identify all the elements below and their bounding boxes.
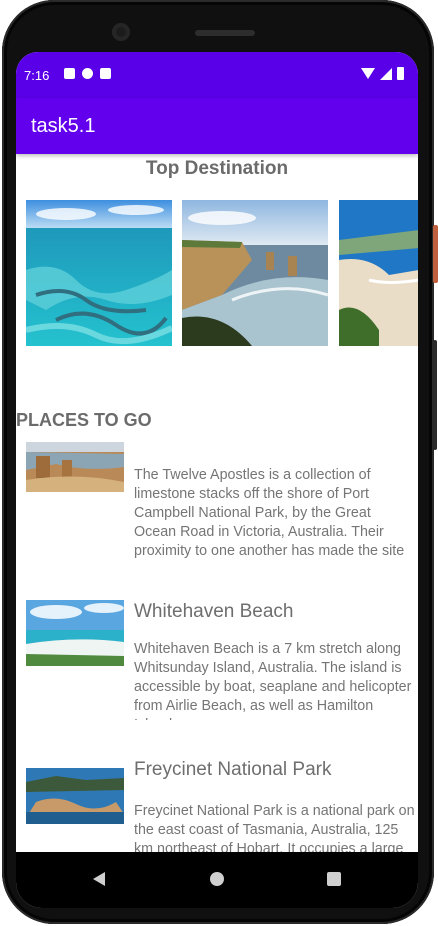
twelve-apostles-thumbnail [26,442,124,492]
front-camera-icon [112,23,130,41]
place-name: Freycinet National Park [134,759,332,780]
great-barrier-reef-image[interactable] [26,200,172,346]
list-item[interactable]: The Twelve Apostles is a collection of l… [26,442,418,574]
battery-icon [397,67,404,80]
sd-card-icon [100,68,111,79]
bondi-beach-image[interactable] [339,200,418,346]
place-description: Whitehaven Beach is a 7 km stretch along… [134,641,412,720]
freycinet-thumbnail [26,768,124,824]
volume-button [433,340,437,450]
place-description: The Twelve Apostles is a collection of l… [134,467,405,559]
twelve-apostles-cliffs-image[interactable] [182,200,328,346]
places-to-go-title: PLACES TO GO [16,410,152,430]
system-icons [361,67,404,80]
top-destination-carousel[interactable] [26,200,418,348]
top-destination-title: Top Destination [145,158,289,179]
notification-icons [64,68,111,79]
earpiece-speaker [195,30,255,36]
status-time: 7:16 [24,68,50,83]
circle-notification-icon [82,68,93,79]
power-button [433,225,438,283]
back-icon[interactable] [93,872,105,886]
a-notification-icon [64,68,75,79]
status-bar: 7:16 [16,52,418,98]
wifi-icon [361,68,375,79]
app-bar: task5.1 [16,98,418,154]
navigation-bar [16,852,418,908]
whitehaven-beach-thumbnail [26,600,124,666]
recents-icon[interactable] [327,872,341,886]
signal-icon [380,67,392,80]
home-icon[interactable] [210,872,224,886]
list-item[interactable]: Whitehaven Beach Whitehaven Beach is a 7… [26,600,418,730]
app-title: task5.1 [31,115,96,137]
phone-screen: 7:16 task5.1 Top Destination PLACES TO G… [16,52,418,908]
list-item[interactable]: Freycinet National Park Freycinet Nation… [26,758,418,852]
main-content[interactable]: Top Destination PLACES TO GO The Twelve … [16,154,418,852]
place-name: Whitehaven Beach [134,601,294,622]
place-description: Freycinet National Park is a national pa… [134,803,415,852]
